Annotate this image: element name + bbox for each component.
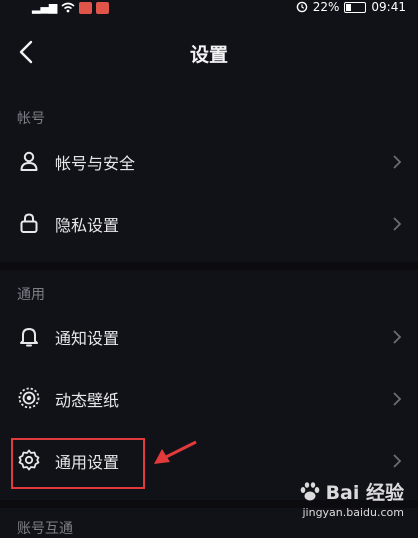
section-divider xyxy=(0,262,418,270)
watermark-brand-line: Bai 经验 xyxy=(298,478,404,505)
signal-icon: ▂▄▆ xyxy=(32,1,58,14)
annotation-highlight-box xyxy=(11,438,145,489)
settings-item-label: 通知设置 xyxy=(55,329,120,348)
settings-item-label: 隐私设置 xyxy=(55,216,120,235)
watermark-url: jingyan.baidu.com xyxy=(302,506,404,519)
settings-item-privacy[interactable]: 隐私设置 xyxy=(0,196,418,252)
annotation-arrow-icon xyxy=(154,440,197,464)
chevron-right-icon xyxy=(393,155,402,169)
section-title-general: 通用 xyxy=(17,287,45,303)
wifi-icon xyxy=(61,2,75,13)
alarm-icon xyxy=(296,1,308,13)
settings-item-account-security[interactable]: 帐号与安全 xyxy=(0,134,418,190)
paw-logo-icon xyxy=(300,481,319,500)
clock: 09:41 xyxy=(371,0,406,14)
section-title-account-linking: 账号互通 xyxy=(17,521,73,537)
chevron-right-icon xyxy=(393,454,402,468)
bell-icon xyxy=(20,328,38,347)
battery-percent: 22% xyxy=(312,0,340,14)
watermark: Bai 经验 jingyan.baidu.com xyxy=(298,478,404,519)
app-notification-icon xyxy=(79,1,93,14)
settings-item-dynamic-wallpaper[interactable]: 动态壁纸 xyxy=(0,371,418,427)
nav-bar: 设置 xyxy=(0,30,418,76)
battery-level xyxy=(346,3,351,11)
user-icon xyxy=(20,151,38,171)
lock-icon xyxy=(20,213,38,233)
settings-item-notifications[interactable]: 通知设置 xyxy=(0,309,418,365)
watermark-brand: Bai 经验 xyxy=(325,482,404,504)
app-notification-icon-2 xyxy=(96,1,110,14)
battery-icon xyxy=(344,1,367,13)
chevron-right-icon xyxy=(393,217,402,231)
status-bar: ▂▄▆ 22% 09:41 xyxy=(0,0,418,16)
chevron-right-icon xyxy=(393,330,402,344)
page-title: 设置 xyxy=(189,44,228,66)
dynamic-wallpaper-icon xyxy=(18,387,40,409)
status-left: ▂▄▆ xyxy=(32,1,110,14)
status-right: 22% 09:41 xyxy=(296,0,406,14)
chevron-right-icon xyxy=(393,392,402,406)
settings-item-label: 动态壁纸 xyxy=(55,391,120,410)
section-title-account: 帐号 xyxy=(17,111,45,127)
settings-item-label: 帐号与安全 xyxy=(55,154,136,173)
